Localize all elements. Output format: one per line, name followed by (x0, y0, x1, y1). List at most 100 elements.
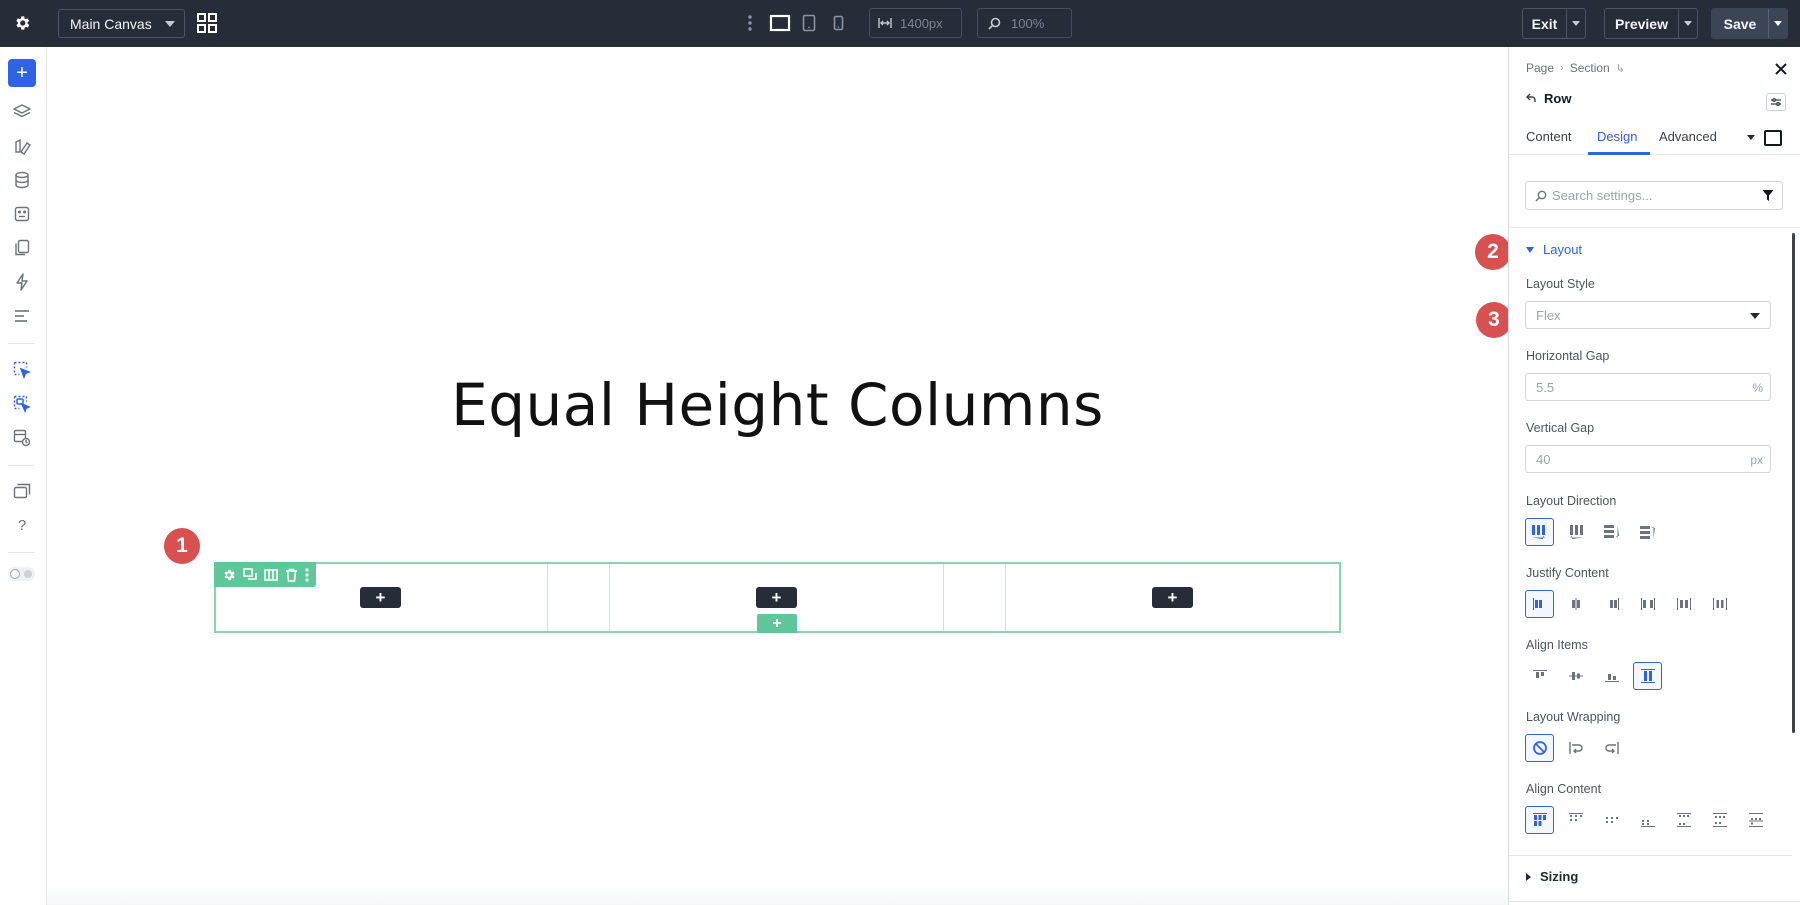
add-module-button[interactable]: + (1152, 587, 1193, 608)
align-stretch-icon[interactable] (1633, 662, 1662, 690)
theme-toggle[interactable] (8, 567, 35, 581)
canvas-width-field[interactable]: 1400px (869, 8, 962, 38)
search-placeholder: Search settings... (1552, 188, 1653, 203)
presets-icon[interactable] (1766, 93, 1786, 111)
direction-column-icon[interactable] (1597, 518, 1626, 546)
layout-style-select[interactable]: Flex (1525, 301, 1771, 329)
justify-center-icon[interactable] (1561, 590, 1590, 618)
vertical-gap-unit[interactable]: px (1750, 453, 1763, 467)
save-button[interactable]: Save (1711, 8, 1788, 39)
align-content-space-around-icon[interactable] (1705, 806, 1734, 834)
justify-space-evenly-icon[interactable] (1705, 590, 1734, 618)
active-tab-indicator (1588, 152, 1650, 155)
search-settings-input[interactable]: Search settings... (1525, 181, 1783, 210)
align-content-center-icon[interactable] (1597, 806, 1626, 834)
portability-icon[interactable] (11, 480, 33, 502)
align-content-end-icon[interactable] (1633, 806, 1662, 834)
layout-section-toggle[interactable]: Layout (1526, 242, 1582, 257)
chevron-down-icon (1750, 313, 1760, 319)
justify-space-around-icon[interactable] (1669, 590, 1698, 618)
back-arrow-icon[interactable] (1526, 91, 1536, 106)
page-heading[interactable]: Equal Height Columns (47, 371, 1508, 439)
wrap-icon[interactable] (1561, 734, 1590, 762)
desktop-view-icon[interactable] (768, 11, 792, 35)
align-center-icon[interactable] (1561, 662, 1590, 690)
step-marker-2: 2 (1475, 234, 1511, 270)
library-icon[interactable] (11, 135, 33, 157)
chevron-down-icon (1684, 21, 1692, 26)
align-content-space-between-icon[interactable] (1669, 806, 1698, 834)
add-module-button[interactable]: + (360, 587, 401, 608)
builder-canvas[interactable]: Equal Height Columns + + + + 1 (47, 47, 1508, 905)
direction-column-reverse-icon[interactable] (1633, 518, 1662, 546)
zoom-field[interactable]: 100% (977, 8, 1072, 38)
align-content-stretch-icon[interactable] (1741, 806, 1770, 834)
list-settings-icon[interactable] (11, 305, 33, 327)
divider (8, 552, 34, 553)
breadcrumb-section[interactable]: Section (1570, 61, 1610, 75)
preview-label: Preview (1615, 15, 1668, 32)
multi-select-icon[interactable] (11, 393, 33, 415)
exit-button[interactable]: Exit (1522, 8, 1586, 39)
row-settings-icon[interactable] (222, 568, 236, 582)
pages-icon[interactable] (11, 237, 33, 259)
horizontal-gap-input[interactable]: 5.5 % (1525, 373, 1771, 401)
add-module-button[interactable]: + (756, 587, 797, 608)
add-element-button[interactable]: + (8, 59, 36, 87)
help-icon[interactable]: ? (11, 514, 33, 536)
exit-dropdown-toggle[interactable] (1566, 9, 1585, 38)
zoom-value: 100% (1011, 15, 1045, 31)
horizontal-gap-unit[interactable]: % (1752, 381, 1763, 395)
tab-advanced[interactable]: Advanced (1659, 129, 1717, 144)
align-start-icon[interactable] (1525, 662, 1554, 690)
no-wrap-icon[interactable] (1525, 734, 1554, 762)
settings-gear-icon[interactable] (10, 11, 34, 35)
align-end-icon[interactable] (1597, 662, 1626, 690)
breadcrumb: Page › Section ↳ (1526, 61, 1625, 75)
direction-row-icon[interactable] (1525, 518, 1554, 546)
tablet-view-icon[interactable] (799, 11, 819, 35)
duplicate-icon[interactable] (242, 567, 257, 582)
preview-dropdown-toggle[interactable] (1678, 9, 1697, 38)
phone-view-icon[interactable] (829, 11, 847, 35)
breadcrumb-page[interactable]: Page (1526, 61, 1554, 75)
align-content-flex-start-icon[interactable] (1561, 806, 1590, 834)
filter-icon[interactable] (1762, 189, 1774, 205)
justify-start-icon[interactable] (1525, 590, 1554, 618)
element-title: Row (1526, 91, 1571, 106)
more-options-icon[interactable] (304, 567, 309, 582)
theme-builder-icon[interactable] (11, 427, 33, 449)
chevron-down-icon (1774, 21, 1782, 26)
justify-space-between-icon[interactable] (1633, 590, 1662, 618)
direction-row-reverse-icon[interactable] (1561, 518, 1590, 546)
select-element-icon[interactable] (11, 359, 33, 381)
layers-icon[interactable] (11, 101, 33, 123)
add-row-button[interactable]: + (757, 614, 797, 633)
database-icon[interactable] (11, 169, 33, 191)
lightning-icon[interactable] (11, 271, 33, 293)
align-content-options (1525, 806, 1770, 834)
preview-button[interactable]: Preview (1604, 8, 1698, 39)
canvas-select[interactable]: Main Canvas (58, 9, 185, 38)
columns-icon[interactable] (263, 568, 278, 582)
more-options-icon[interactable] (746, 13, 754, 33)
save-dropdown-toggle[interactable] (1768, 9, 1787, 38)
tab-content[interactable]: Content (1526, 129, 1572, 144)
divider (1509, 227, 1800, 228)
align-content-start-icon[interactable] (1525, 806, 1554, 834)
canvas-grid-icon[interactable] (197, 13, 217, 33)
layout-wrapping-label: Layout Wrapping (1526, 710, 1621, 724)
vertical-gap-label: Vertical Gap (1526, 421, 1595, 435)
wrap-reverse-icon[interactable] (1597, 734, 1626, 762)
tab-design[interactable]: Design (1597, 129, 1637, 144)
sizing-section-toggle[interactable]: Sizing (1526, 869, 1578, 884)
justify-end-icon[interactable] (1597, 590, 1626, 618)
vertical-gap-input[interactable]: 40 px (1525, 445, 1771, 473)
trash-icon[interactable] (285, 568, 298, 582)
layout-direction-options (1525, 518, 1662, 546)
view-mode-icon[interactable] (1764, 130, 1782, 146)
template-icon[interactable] (11, 203, 33, 225)
close-icon[interactable] (1774, 62, 1788, 76)
chevron-down-icon[interactable] (1747, 135, 1755, 140)
panel-scrollbar[interactable] (1792, 233, 1795, 733)
